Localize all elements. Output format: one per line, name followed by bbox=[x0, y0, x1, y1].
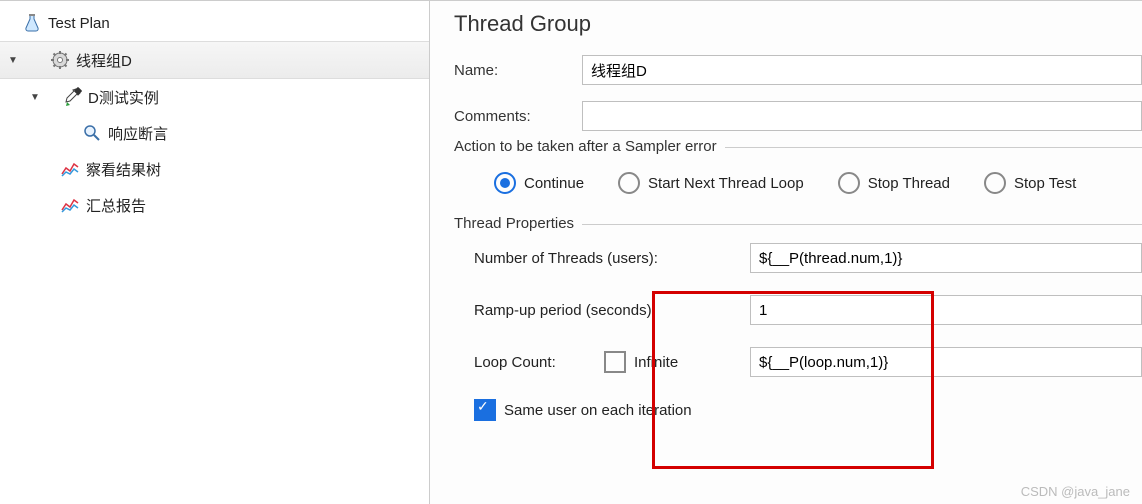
checkbox-icon bbox=[474, 399, 496, 421]
radio-icon bbox=[838, 172, 860, 194]
tree-label: 响应断言 bbox=[108, 123, 168, 144]
radio-start-next[interactable]: Start Next Thread Loop bbox=[618, 172, 804, 194]
chart-icon bbox=[60, 159, 80, 179]
watermark: CSDN @java_jane bbox=[1021, 484, 1130, 499]
infinite-label: Infinite bbox=[634, 354, 678, 371]
radio-icon bbox=[494, 172, 516, 194]
thread-props-fieldset: Thread Properties Number of Threads (use… bbox=[454, 224, 1142, 421]
radio-icon bbox=[618, 172, 640, 194]
tree-label: Test Plan bbox=[48, 15, 110, 32]
magnifier-icon bbox=[82, 123, 102, 143]
panel-title: Thread Group bbox=[454, 11, 1142, 37]
tree-label: D测试实例 bbox=[88, 87, 159, 108]
tree-node-view-results[interactable]: 察看结果树 bbox=[0, 151, 429, 187]
thread-props-legend: Thread Properties bbox=[454, 215, 582, 232]
rampup-input[interactable] bbox=[750, 295, 1142, 325]
chart-icon bbox=[60, 195, 80, 215]
thread-group-panel: Thread Group Name: Comments: Action to b… bbox=[430, 1, 1142, 504]
tree-node-summary-report[interactable]: 汇总报告 bbox=[0, 187, 429, 223]
radio-stop-thread[interactable]: Stop Thread bbox=[838, 172, 950, 194]
infinite-checkbox[interactable]: Infinite bbox=[604, 351, 750, 373]
radio-label: Stop Thread bbox=[868, 175, 950, 192]
radio-label: Stop Test bbox=[1014, 175, 1076, 192]
collapse-toggle[interactable]: ▼ bbox=[28, 90, 42, 104]
loop-count-label: Loop Count: bbox=[474, 354, 604, 371]
sampler-error-fieldset: Action to be taken after a Sampler error… bbox=[454, 147, 1142, 194]
radio-label: Start Next Thread Loop bbox=[648, 175, 804, 192]
radio-continue[interactable]: Continue bbox=[494, 172, 584, 194]
name-label: Name: bbox=[454, 62, 582, 79]
radio-label: Continue bbox=[524, 175, 584, 192]
blank-toggle bbox=[6, 16, 20, 30]
comments-label: Comments: bbox=[454, 108, 582, 125]
tree-node-thread-group[interactable]: ▼ 线程组D bbox=[0, 41, 429, 79]
sampler-error-legend: Action to be taken after a Sampler error bbox=[454, 138, 725, 155]
rampup-label: Ramp-up period (seconds): bbox=[474, 302, 702, 319]
comments-input[interactable] bbox=[582, 101, 1142, 131]
same-user-label: Same user on each iteration bbox=[504, 402, 692, 419]
flask-icon bbox=[22, 13, 42, 33]
radio-stop-test[interactable]: Stop Test bbox=[984, 172, 1076, 194]
test-plan-tree: Test Plan ▼ 线程组D ▼ D测试实例 响应断言 bbox=[0, 1, 430, 504]
tree-node-assertion[interactable]: 响应断言 bbox=[0, 115, 429, 151]
same-user-checkbox[interactable]: Same user on each iteration bbox=[474, 399, 692, 421]
collapse-toggle[interactable]: ▼ bbox=[6, 53, 20, 67]
num-threads-label: Number of Threads (users): bbox=[474, 250, 702, 267]
gear-icon bbox=[50, 50, 70, 70]
name-input[interactable] bbox=[582, 55, 1142, 85]
tree-label: 察看结果树 bbox=[86, 159, 161, 180]
num-threads-input[interactable] bbox=[750, 243, 1142, 273]
tree-label: 汇总报告 bbox=[86, 195, 146, 216]
loop-count-input[interactable] bbox=[750, 347, 1142, 377]
dropper-icon bbox=[62, 87, 82, 107]
tree-node-test-plan[interactable]: Test Plan bbox=[0, 5, 429, 41]
radio-icon bbox=[984, 172, 1006, 194]
checkbox-icon bbox=[604, 351, 626, 373]
tree-label: 线程组D bbox=[76, 50, 132, 71]
tree-node-sampler[interactable]: ▼ D测试实例 bbox=[0, 79, 429, 115]
